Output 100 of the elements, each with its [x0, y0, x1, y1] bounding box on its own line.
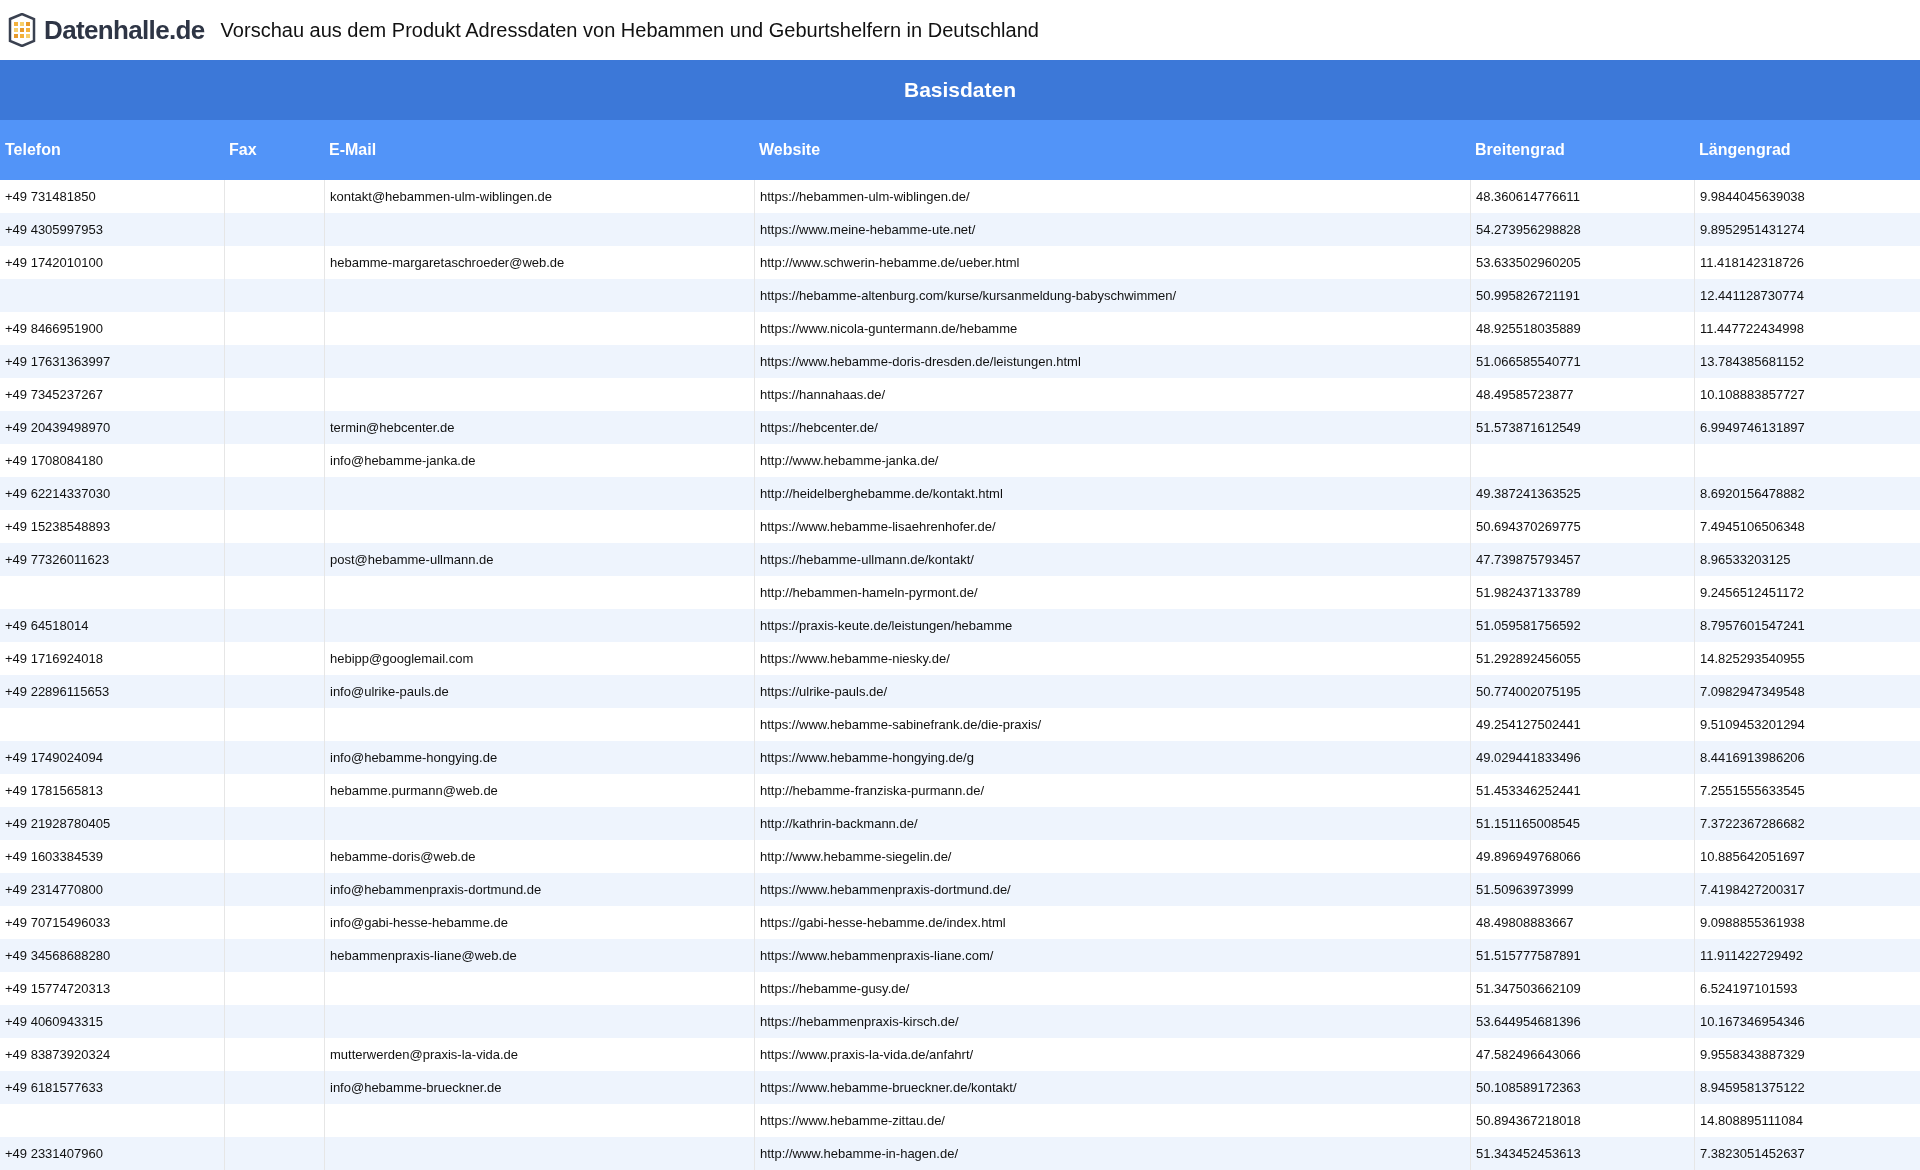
column-header: E-Mail: [328, 140, 378, 160]
table-cell-text: 50.774002075195: [1476, 682, 1581, 701]
table-cell-text: 50.108589172363: [1476, 1078, 1581, 1097]
table-cell-text: http://www.schwerin-hebamme.de/ueber.html: [760, 253, 1020, 272]
table-cell-text: 51.343452453613: [1476, 1144, 1581, 1163]
table-cell-text: 9.2456512451172: [1700, 583, 1804, 602]
table-cell-text: +49 15238548893: [5, 517, 111, 536]
table-cell-text: 9.5109453201294: [1700, 715, 1805, 734]
table-cell-text: +49 8466951900: [5, 319, 103, 338]
table-cell-text: 14.808895111084: [1700, 1111, 1803, 1130]
table-cell-text: 9.8952951431274: [1700, 220, 1805, 239]
table-cell-text: 54.273956298828: [1476, 220, 1581, 239]
table-cell-text: +49 70715496033: [5, 913, 111, 932]
column-header: Längengrad: [1698, 140, 1792, 160]
column-header: Fax: [228, 140, 258, 160]
page-title: Vorschau aus dem Produkt Adressdaten von Hebammen und Geburtshelfern in Deutschland: [220, 18, 1039, 43]
table-cell-text: http://www.hebamme-janka.de/: [760, 451, 939, 470]
table-cell-text: https://www.hebamme-lisaehrenhofer.de/: [760, 517, 996, 536]
table-cell-text: 11.418142318726: [1700, 253, 1804, 272]
table-cell-text: info@hebammenpraxis-dortmund.de: [330, 880, 542, 899]
table-cell-text: +49 731481850: [5, 187, 96, 206]
logo-icon: [6, 13, 38, 47]
table-cell-text: 6.9949746131897: [1700, 418, 1805, 437]
table-cell-text: hebammenpraxis-liane@web.de: [330, 946, 517, 965]
table-cell-text: 10.167346954346: [1700, 1012, 1805, 1031]
table-cell-text: https://hebammenpraxis-kirsch.de/: [760, 1012, 959, 1031]
table-cell-text: https://www.praxis-la-vida.de/anfahrt/: [760, 1045, 974, 1064]
table-cell-text: 50.995826721191: [1476, 286, 1580, 305]
table-cell-text: 49.896949768066: [1476, 847, 1581, 866]
table-cell-text: 53.644954681396: [1476, 1012, 1581, 1031]
table-cell-text: 8.96533203125: [1700, 550, 1791, 569]
table-cell-text: +49 1603384539: [5, 847, 103, 866]
table-cell-text: https://www.hebammenpraxis-dortmund.de/: [760, 880, 1011, 899]
table-cell-text: https://www.hebamme-brueckner.de/kontakt/: [760, 1078, 1017, 1097]
logo-text[interactable]: Datenhalle.de: [44, 10, 205, 50]
table-cell-text: https://www.hebamme-zittau.de/: [760, 1111, 945, 1130]
table-cell-text: 49.254127502441: [1476, 715, 1581, 734]
table-cell-text: 7.2551555633545: [1700, 781, 1805, 800]
table-cell-text: termin@hebcenter.de: [330, 418, 455, 437]
table-cell-text: https://ulrike-pauls.de/: [760, 682, 888, 701]
table-cell-text: http://www.hebamme-in-hagen.de/: [760, 1144, 958, 1163]
table-cell-text: +49 4060943315: [5, 1012, 103, 1031]
table-cell-text: info@hebamme-brueckner.de: [330, 1078, 502, 1097]
table-cell-text: 51.453346252441: [1476, 781, 1581, 800]
table-cell-text: 51.151165008545: [1476, 814, 1580, 833]
table-cell-text: 14.825293540955: [1700, 649, 1805, 668]
table-cell-text: 48.49585723877: [1476, 385, 1574, 404]
table-cell-text: +49 1708084180: [5, 451, 103, 470]
table-cell-text: https://www.hebammenpraxis-liane.com/: [760, 946, 994, 965]
table-cell-text: +49 21928780405: [5, 814, 111, 833]
table-cell-text: 53.633502960205: [1476, 253, 1581, 272]
column-header: Website: [758, 140, 822, 160]
table-cell-text: http://hebammen-hameln-pyrmont.de/: [760, 583, 978, 602]
table-cell-text: 51.347503662109: [1476, 979, 1581, 998]
table-cell-text: https://www.hebamme-doris-dresden.de/leistungen.html: [760, 352, 1081, 371]
table-cell-text: 11.911422729492: [1700, 946, 1803, 965]
table-cell-text: 51.573871612549: [1476, 418, 1581, 437]
table-cell-text: https://hebamme-gusy.de/: [760, 979, 910, 998]
table-cell-text: 47.582496643066: [1476, 1045, 1581, 1064]
table-cell-text: https://www.hebamme-sabinefrank.de/die-praxis/: [760, 715, 1042, 734]
table-cell-text: 8.9459581375122: [1700, 1078, 1805, 1097]
table-cell-text: https://hebcenter.de/: [760, 418, 878, 437]
column-header: Telefon: [4, 140, 62, 160]
table-cell-text: https://praxis-keute.de/leistungen/hebamme: [760, 616, 1013, 635]
table-cell-text: http://heidelberghebamme.de/kontakt.html: [760, 484, 1003, 503]
table-cell-text: 8.4416913986206: [1700, 748, 1805, 767]
table-cell-text: 51.059581756592: [1476, 616, 1581, 635]
table-cell-text: http://www.hebamme-siegelin.de/: [760, 847, 952, 866]
table-cell-text: +49 2331407960: [5, 1144, 103, 1163]
table-cell-text: 51.982437133789: [1476, 583, 1581, 602]
table-cell-text: https://hebammen-ulm-wiblingen.de/: [760, 187, 970, 206]
table-cell-text: +49 2314770800: [5, 880, 103, 899]
table-cell-text: https://www.meine-hebamme-ute.net/: [760, 220, 976, 239]
table-cell-text: 8.7957601547241: [1700, 616, 1805, 635]
table-cell-text: post@hebamme-ullmann.de: [330, 550, 494, 569]
table-cell-text: https://www.hebamme-niesky.de/: [760, 649, 950, 668]
table-cell-text: +49 1749024094: [5, 748, 103, 767]
table-cell-text: info@hebamme-hongying.de: [330, 748, 498, 767]
table-cell-text: info@ulrike-pauls.de: [330, 682, 449, 701]
table-cell-text: +49 22896115653: [5, 682, 110, 701]
column-header: Breitengrad: [1474, 140, 1566, 160]
table-cell-text: 51.292892456055: [1476, 649, 1581, 668]
table-cell-text: 6.524197101593: [1700, 979, 1798, 998]
table-cell-text: https://www.nicola-guntermann.de/hebamme: [760, 319, 1018, 338]
table-cell-text: +49 64518014: [5, 616, 89, 635]
table-cell-text: +49 20439498970: [5, 418, 111, 437]
table-cell-text: 10.885642051697: [1700, 847, 1805, 866]
table-cell-text: +49 1716924018: [5, 649, 103, 668]
table-cell-text: +49 62214337030: [5, 484, 111, 503]
table-cell-text: 50.894367218018: [1476, 1111, 1581, 1130]
table-cell-text: +49 15774720313: [5, 979, 111, 998]
table-cell-text: https://www.hebamme-hongying.de/g: [760, 748, 974, 767]
table-cell-text: 11.447722434998: [1700, 319, 1804, 338]
table-cell-text: 51.515777587891: [1476, 946, 1581, 965]
table-cell-text: 48.925518035889: [1476, 319, 1581, 338]
table-cell-text: 48.49808883667: [1476, 913, 1574, 932]
table-cell-text: 47.739875793457: [1476, 550, 1581, 569]
table-cell-text: https://hannahaas.de/: [760, 385, 886, 404]
table-cell-text: +49 77326011623: [5, 550, 110, 569]
table-cell-text: 9.0988855361938: [1700, 913, 1805, 932]
